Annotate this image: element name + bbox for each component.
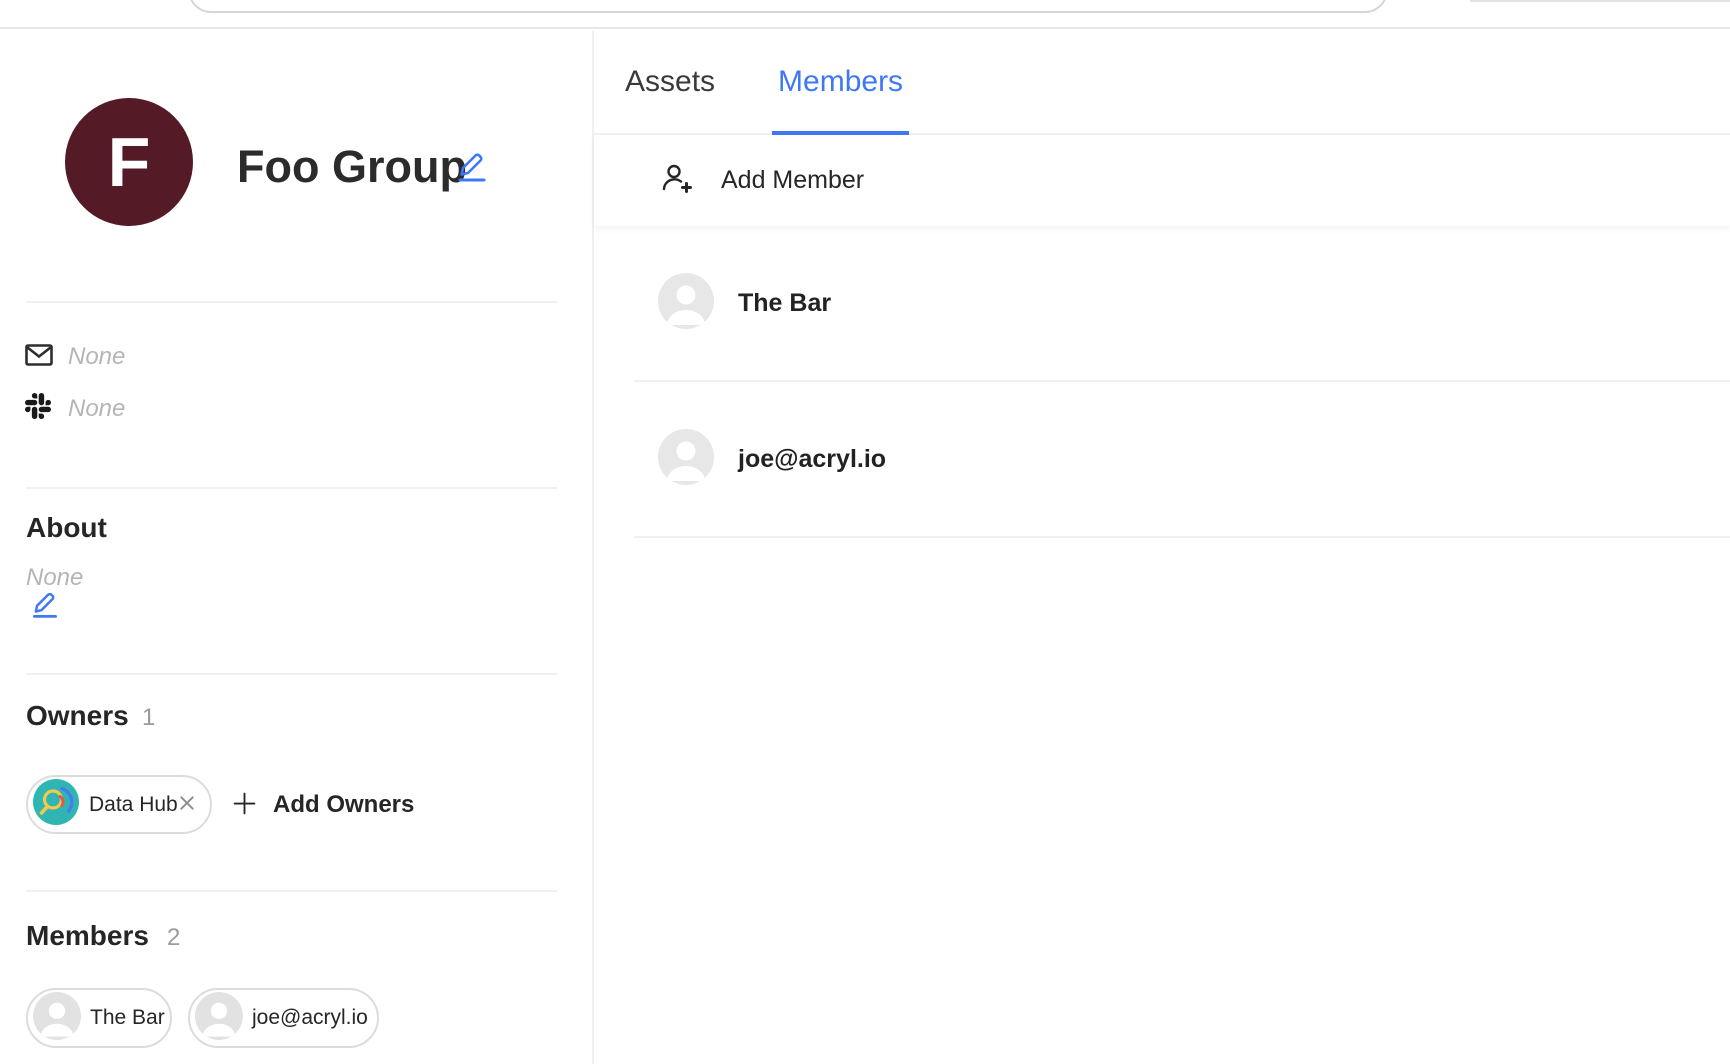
group-name: Foo Group xyxy=(237,141,467,193)
add-owners-button[interactable]: Add Owners xyxy=(232,775,414,834)
group-profile-page: F Foo Group None None Abo xyxy=(0,0,1730,1064)
top-header xyxy=(0,0,1730,29)
close-icon xyxy=(179,795,195,814)
datahub-logo xyxy=(33,779,79,830)
members-heading: Members xyxy=(26,920,149,952)
group-slack-value: None xyxy=(68,395,125,423)
group-avatar: F xyxy=(65,98,193,226)
user-add-icon xyxy=(660,162,692,199)
member-avatar xyxy=(658,273,714,334)
member-avatar xyxy=(658,429,714,490)
group-sidebar: F Foo Group None None Abo xyxy=(0,31,592,1064)
group-content-panel: Assets Members Add Member xyxy=(592,31,1730,1064)
group-avatar-letter: F xyxy=(108,122,151,202)
mail-icon xyxy=(25,344,53,371)
member-row[interactable]: The Bar xyxy=(594,226,1730,380)
search-bar[interactable] xyxy=(188,0,1388,13)
add-owners-label: Add Owners xyxy=(273,791,414,819)
members-count: 2 xyxy=(167,924,180,952)
header-right-element-edge xyxy=(1470,0,1730,2)
member-chip-label: joe@acryl.io xyxy=(252,1006,368,1030)
plus-icon xyxy=(232,791,257,819)
owner-chip[interactable]: Data Hub xyxy=(26,775,212,834)
tab-bar: Assets Members xyxy=(594,31,1730,135)
edit-icon xyxy=(455,173,489,188)
owners-count: 1 xyxy=(142,704,155,732)
edit-about-button[interactable] xyxy=(29,587,61,623)
slack-icon xyxy=(25,393,51,424)
member-chip[interactable]: joe@acryl.io xyxy=(188,988,379,1048)
member-name-link[interactable]: The Bar xyxy=(738,289,831,318)
tab-assets[interactable]: Assets xyxy=(625,31,715,133)
member-chip[interactable]: The Bar xyxy=(26,988,172,1048)
about-heading: About xyxy=(26,512,107,544)
group-email-value: None xyxy=(68,343,125,371)
member-row[interactable]: joe@acryl.io xyxy=(594,382,1730,536)
row-divider xyxy=(634,536,1730,538)
user-avatar-icon xyxy=(195,992,243,1045)
divider xyxy=(26,673,557,675)
edit-group-name-button[interactable] xyxy=(454,147,490,187)
member-chip-label: The Bar xyxy=(90,1006,165,1030)
tab-members-label: Members xyxy=(778,65,903,99)
edit-icon xyxy=(30,609,60,624)
remove-owner-button[interactable] xyxy=(179,797,195,813)
member-name-link[interactable]: joe@acryl.io xyxy=(738,445,886,474)
add-member-label: Add Member xyxy=(721,166,864,195)
divider xyxy=(26,487,557,489)
add-member-button[interactable]: Add Member xyxy=(594,135,1730,226)
tab-assets-label: Assets xyxy=(625,65,715,99)
member-list: The Bar joe@acryl.io xyxy=(594,226,1730,538)
user-avatar-icon xyxy=(33,992,81,1045)
owners-heading: Owners xyxy=(26,700,129,732)
owner-chip-label: Data Hub xyxy=(89,793,178,817)
tab-members[interactable]: Members xyxy=(778,31,903,133)
divider xyxy=(26,301,557,303)
divider xyxy=(26,890,557,892)
